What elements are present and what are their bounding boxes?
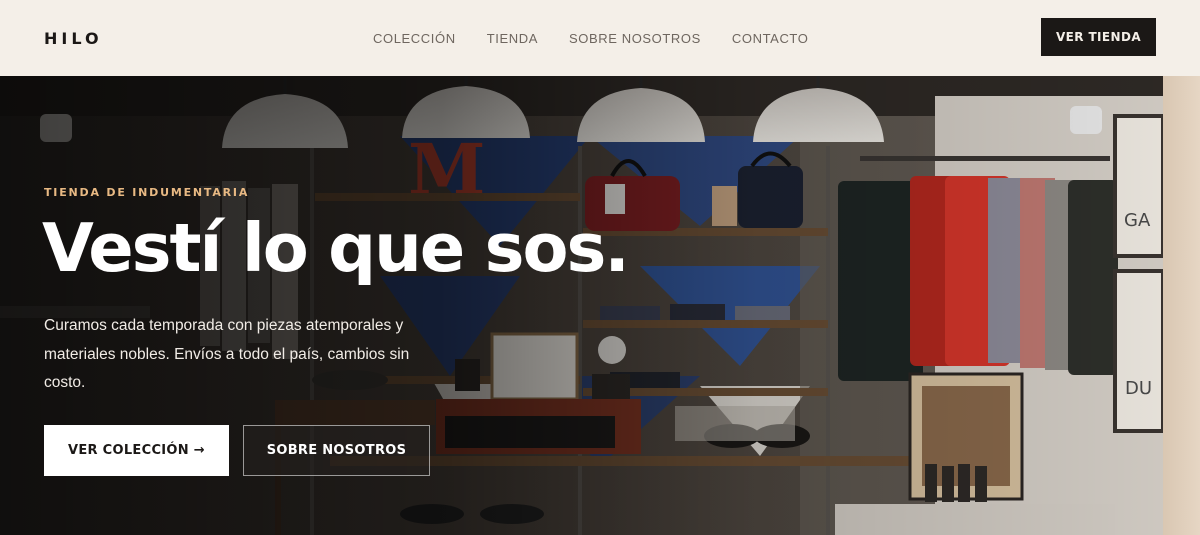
ver-coleccion-button[interactable]: VER COLECCIÓN → [44, 425, 229, 476]
main-nav: COLECCIÓN TIENDA SOBRE NOSOTROS CONTACTO [373, 31, 839, 46]
hero-eyebrow: TIENDA DE INDUMENTARIA [44, 186, 250, 199]
site-logo[interactable]: HILO [44, 29, 103, 48]
nav-link-tienda[interactable]: TIENDA [487, 31, 538, 46]
hero-headline: Vestí lo que sos. [42, 209, 630, 287]
nav-link-contacto[interactable]: CONTACTO [732, 31, 809, 46]
sobre-nosotros-button[interactable]: SOBRE NOSOTROS [243, 425, 430, 476]
hero-edge-strip [1163, 76, 1200, 535]
ver-tienda-button[interactable]: VER TIENDA [1041, 18, 1156, 56]
site-header: HILO COLECCIÓN TIENDA SOBRE NOSOTROS CON… [0, 0, 1200, 76]
hero-lead-text: Curamos cada temporada con piezas atempo… [44, 317, 410, 391]
nav-link-sobre-nosotros[interactable]: SOBRE NOSOTROS [569, 31, 701, 46]
nav-link-coleccion[interactable]: COLECCIÓN [373, 31, 456, 46]
